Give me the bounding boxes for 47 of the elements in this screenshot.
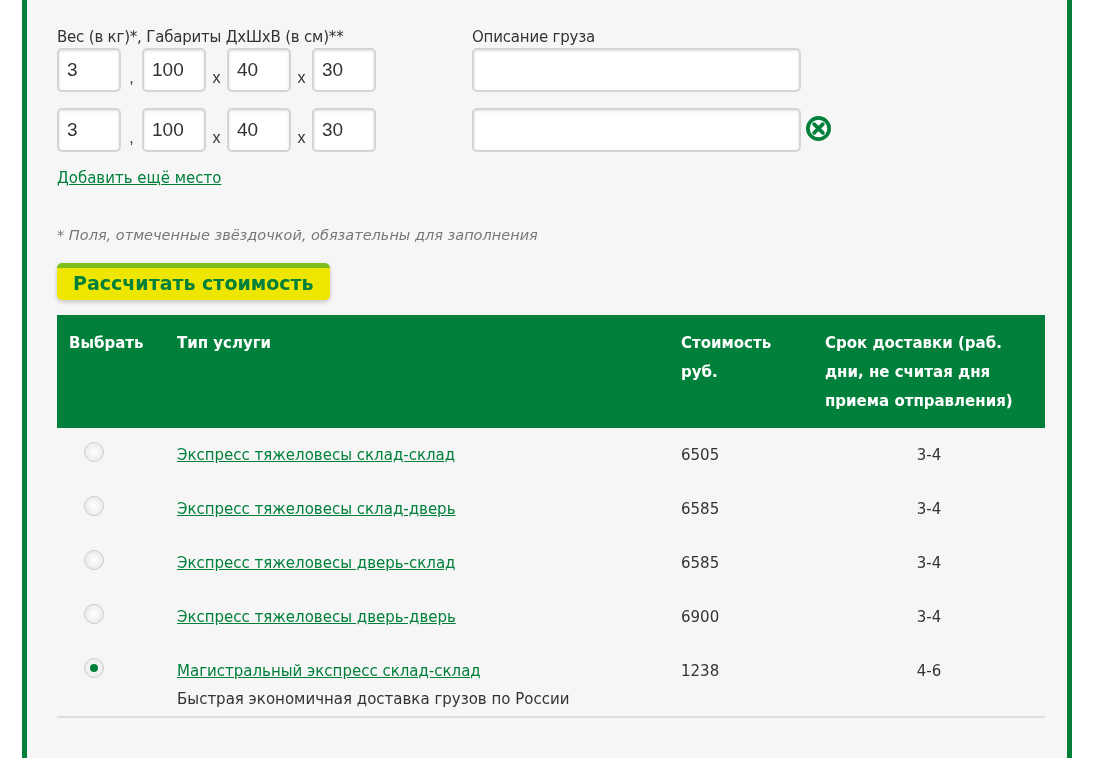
width-input[interactable]: 40 <box>227 108 291 152</box>
cost-value: 6585 <box>681 554 720 572</box>
separator: , <box>128 130 135 148</box>
cost-value: 1238 <box>681 662 720 680</box>
column-header: Выбрать <box>69 334 144 352</box>
cost-value: 6900 <box>681 608 720 626</box>
service-link[interactable]: Экспресс тяжеловесы склад-дверь <box>177 500 456 518</box>
description-input[interactable] <box>472 108 801 152</box>
column-header: Стоимость руб. <box>681 334 772 381</box>
cost-value: 6585 <box>681 500 720 518</box>
weight-input[interactable]: 3 <box>57 108 121 152</box>
width-input[interactable]: 40 <box>227 48 291 92</box>
separator: x <box>296 130 307 148</box>
service-link[interactable]: Экспресс тяжеловесы склад-склад <box>177 446 456 464</box>
radio-button[interactable] <box>84 658 104 678</box>
service-link[interactable]: Экспресс тяжеловесы дверь-склад <box>177 554 456 572</box>
radio-button[interactable] <box>84 442 104 462</box>
length-input[interactable]: 100 <box>142 108 206 152</box>
separator: x <box>211 70 222 88</box>
separator: x <box>296 70 307 88</box>
dimensions-label: Вес (в кг)*, Габариты ДхШхВ (в см)** <box>57 28 345 46</box>
description-input[interactable] <box>472 48 801 92</box>
delivery-days: 3-4 <box>916 500 942 518</box>
height-input[interactable]: 30 <box>312 48 376 92</box>
radio-button[interactable] <box>84 604 104 624</box>
service-link[interactable]: Экспресс тяжеловесы дверь-дверь <box>177 608 456 626</box>
column-header: Тип услуги <box>177 334 272 352</box>
radio-button[interactable] <box>84 496 104 516</box>
delivery-days: 4-6 <box>916 662 942 680</box>
height-input[interactable]: 30 <box>312 108 376 152</box>
cost-value: 6505 <box>681 446 720 464</box>
delivery-days: 3-4 <box>916 554 942 572</box>
description-label: Описание груза <box>472 28 596 46</box>
delivery-days: 3-4 <box>916 608 942 626</box>
column-header: Срок доставки (раб. дни, не считая дня приема отправления) <box>825 334 1013 410</box>
remove-icon[interactable] <box>806 116 831 141</box>
delivery-days: 3-4 <box>916 446 942 464</box>
weight-input[interactable]: 3 <box>57 48 121 92</box>
calculate-button[interactable]: Рассчитать стоимость <box>57 263 330 300</box>
add-place-link[interactable]: Добавить ещё место <box>57 169 222 187</box>
required-note: * Поля, отмеченные звёздочкой, обязательны для заполнения <box>57 227 539 243</box>
radio-button[interactable] <box>84 550 104 570</box>
length-input[interactable]: 100 <box>142 48 206 92</box>
separator: , <box>128 70 135 88</box>
separator: x <box>211 130 222 148</box>
service-description: Быстрая экономичная доставка грузов по России <box>177 690 571 708</box>
service-link[interactable]: Магистральный экспресс склад-склад <box>177 662 481 680</box>
